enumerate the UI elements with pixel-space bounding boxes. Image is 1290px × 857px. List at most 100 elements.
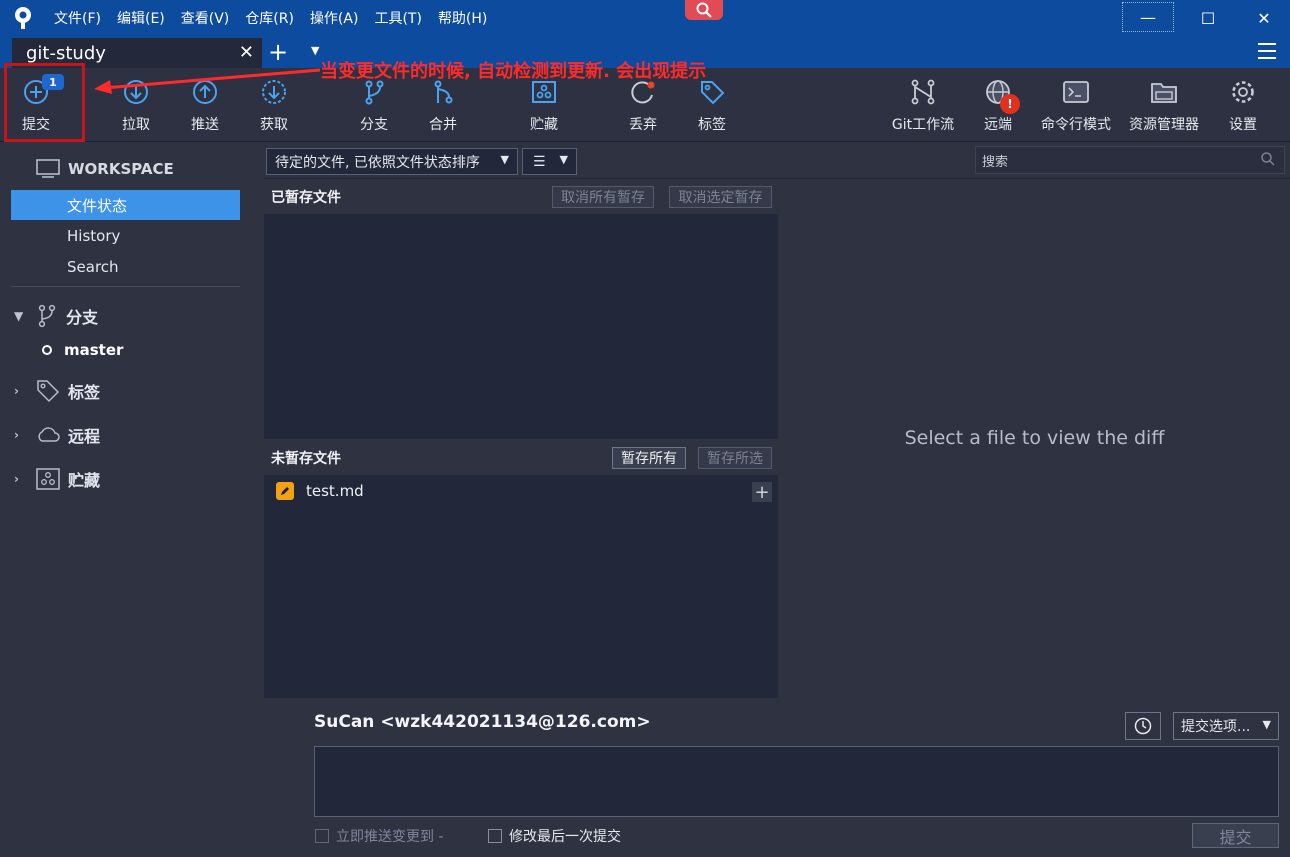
sidebar-item-file-status[interactable]: 文件状态 [11,190,240,220]
amend-label: 修改最后一次提交 [509,829,621,845]
discard-button[interactable]: 丢弃 [608,78,678,134]
sidebar-group-branches[interactable]: ▼ 分支 [14,304,98,328]
pull-label: 拉取 [122,117,150,133]
search-icon [1261,152,1275,166]
commit-message-input[interactable] [314,746,1279,817]
explorer-button[interactable]: 资源管理器 [1129,78,1199,134]
view-mode-select[interactable]: ☰ ▼ [522,148,577,175]
gitflow-label: Git工作流 [891,117,955,133]
workspace-header: WORKSPACE [36,159,174,179]
sidebar-item-search[interactable]: Search [11,252,240,282]
file-sort-select[interactable]: 待定的文件, 已依照文件状态排序 ▼ [266,148,518,175]
gitflow-icon [909,78,937,106]
chevron-down-icon: ▼ [1262,718,1271,731]
remote-label: 远端 [984,117,1012,133]
clock-icon [1134,717,1152,735]
menu-actions[interactable]: 操作(A) [310,8,359,28]
push-now-checkbox[interactable]: 立即推送变更到 - [315,826,444,846]
chevron-right-icon: › [14,428,19,442]
commit-options-label: 提交选项... [1181,719,1251,735]
stash-button[interactable]: 贮藏 [509,78,579,134]
sidebar-group-remotes[interactable]: › 远程 [14,423,100,447]
sourcetree-logo-icon[interactable] [12,6,34,30]
terminal-button[interactable]: 命令行模式 [1041,78,1111,134]
menu-tools[interactable]: 工具(T) [374,8,421,28]
diff-viewer: Select a file to view the diff [779,180,1290,698]
settings-label: 设置 [1229,117,1257,133]
title-bar: 文件(F) 编辑(E) 查看(V) 仓库(R) 操作(A) 工具(T) 帮助(H… [0,0,1290,36]
branch-label: 分支 [360,117,388,133]
explorer-label: 资源管理器 [1129,117,1199,133]
search-input[interactable]: 搜索 [975,146,1285,174]
file-sort-value: 待定的文件, 已依照文件状态排序 [275,154,480,171]
sidebar-group-tags[interactable]: › 标签 [14,379,100,403]
tag-button[interactable]: 标签 [677,78,747,134]
gitflow-button[interactable]: Git工作流 [888,78,958,134]
branch-master[interactable]: master [42,341,123,359]
hamburger-menu-icon[interactable] [1258,43,1276,64]
diff-empty-message: Select a file to view the diff [904,427,1165,449]
staged-files-title: 已暂存文件 [271,190,341,206]
fetch-label: 获取 [260,117,288,133]
staged-files-list[interactable] [264,214,778,439]
branches-label: 分支 [66,308,99,327]
sidebar-group-stashes[interactable]: › 贮藏 [14,467,100,491]
list-item[interactable]: test.md [276,482,364,500]
modified-file-icon [276,482,294,500]
stage-all-button[interactable]: 暂存所有 [612,447,686,469]
new-tab-button[interactable]: + [268,38,288,66]
monitor-icon [36,159,60,178]
search-placeholder: 搜索 [982,154,1009,170]
commit-highlight-box [4,63,85,142]
folder-icon [1150,78,1178,106]
minimize-button[interactable]: — [1122,2,1174,32]
menu-file[interactable]: 文件(F) [54,8,101,28]
unstage-selected-button[interactable]: 取消选定暂存 [669,186,772,208]
menu-view[interactable]: 查看(V) [181,8,230,28]
chevron-down-icon: ▼ [559,153,568,166]
commit-submit-button[interactable]: 提交 [1192,823,1279,848]
settings-button[interactable]: 设置 [1208,78,1278,134]
commit-author: SuCan <wzk442021134@126.com> [314,712,651,732]
branch-master-label: master [64,341,124,359]
current-branch-icon [42,345,52,355]
branch-button[interactable]: 分支 [339,78,409,134]
commit-options-select[interactable]: 提交选项... ▼ [1173,712,1279,740]
list-view-icon: ☰ [533,153,546,170]
repo-tab-label: git-study [26,42,106,64]
merge-button[interactable]: 合并 [408,78,478,134]
close-tab-icon[interactable]: ✕ [239,42,254,63]
unstage-all-button[interactable]: 取消所有暂存 [552,186,654,208]
maximize-button[interactable]: ☐ [1180,0,1236,36]
stash-label: 贮藏 [530,117,558,133]
sidebar-divider [11,286,240,287]
unstaged-files-title: 未暂存文件 [271,451,341,467]
branch-icon [38,304,56,328]
terminal-icon [1062,78,1090,106]
amend-checkbox[interactable]: 修改最后一次提交 [488,826,621,846]
stashes-label: 贮藏 [68,471,101,490]
sidebar: WORKSPACE 文件状态 History Search ▼ 分支 maste… [0,143,263,857]
checkbox-icon [315,829,329,843]
menu-repository[interactable]: 仓库(R) [245,8,294,28]
merge-label: 合并 [429,117,457,133]
unstaged-files-list[interactable] [264,475,778,698]
push-now-label: 立即推送变更到 - [336,829,444,845]
chevron-down-icon: ▼ [500,153,509,166]
menu-help[interactable]: 帮助(H) [438,8,487,28]
stage-selected-button[interactable]: 暂存所选 [698,447,772,469]
file-name: test.md [306,482,364,500]
chevron-right-icon: › [14,472,19,486]
search-icon[interactable] [685,0,723,20]
sidebar-item-history[interactable]: History [11,221,240,251]
annotation-arrow-icon [94,68,321,94]
menu-edit[interactable]: 编辑(E) [117,8,165,28]
remote-button[interactable]: 远端 [963,78,1033,134]
gear-icon [1229,78,1257,106]
stage-file-plus-icon[interactable]: + [752,482,772,503]
tags-label: 标签 [68,383,101,402]
commit-history-button[interactable] [1125,712,1161,740]
close-window-button[interactable]: ✕ [1236,0,1290,36]
tab-dropdown-icon[interactable]: ▼ [311,44,319,57]
push-label: 推送 [191,117,219,133]
